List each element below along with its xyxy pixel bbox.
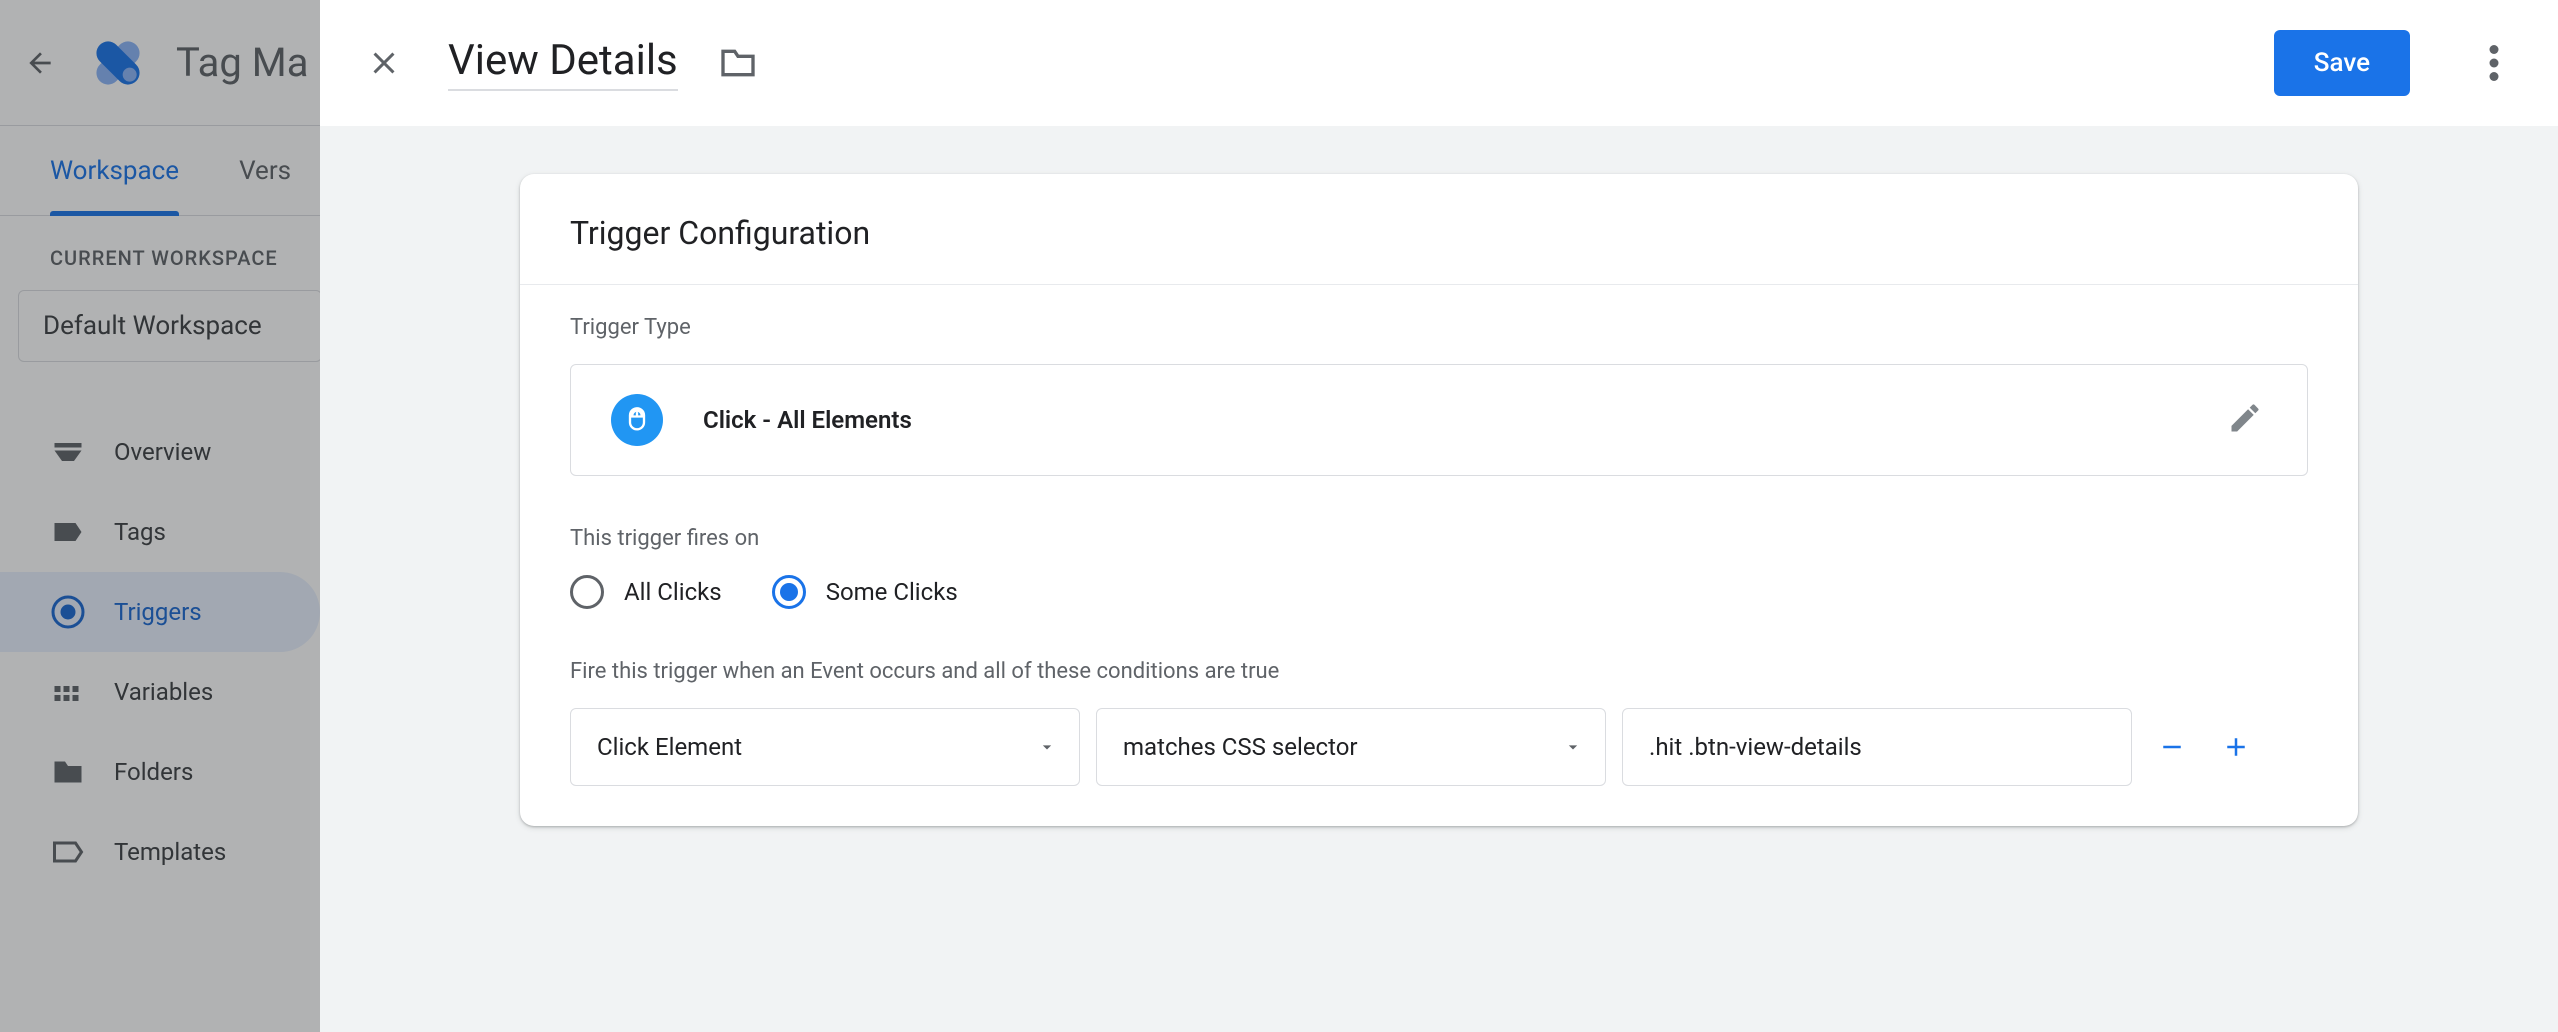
pencil-icon (2227, 400, 2263, 436)
panel-header: View Details Save (320, 0, 2558, 126)
trigger-type-value: Click - All Elements (703, 406, 912, 434)
minus-icon (2157, 732, 2187, 762)
radio-some-clicks[interactable]: Some Clicks (772, 575, 958, 609)
panel-title[interactable]: View Details (448, 36, 678, 91)
condition-operator-value: matches CSS selector (1123, 733, 1358, 761)
chevron-down-icon (1563, 737, 1583, 757)
close-button[interactable] (360, 39, 408, 87)
radio-checked-icon (772, 575, 806, 609)
add-condition-button[interactable] (2212, 723, 2260, 771)
trigger-type-box[interactable]: Click - All Elements (570, 364, 2308, 476)
card-title: Trigger Configuration (520, 174, 2358, 285)
chevron-down-icon (1037, 737, 1057, 757)
radio-label: All Clicks (624, 578, 722, 606)
trigger-config-card: Trigger Configuration Trigger Type Click… (520, 174, 2358, 826)
more-button[interactable] (2470, 39, 2518, 87)
condition-variable-select[interactable]: Click Element (570, 708, 1080, 786)
close-icon (366, 45, 402, 81)
conditions-section: Fire this trigger when an Event occurs a… (520, 649, 2358, 826)
radio-all-clicks[interactable]: All Clicks (570, 575, 722, 609)
radio-label: Some Clicks (826, 578, 958, 606)
condition-value-input[interactable] (1622, 708, 2132, 786)
fires-on-label: This trigger fires on (570, 526, 2308, 551)
fires-on-section: This trigger fires on All Clicks Some Cl… (520, 516, 2358, 649)
save-button[interactable]: Save (2274, 30, 2410, 96)
trigger-panel: View Details Save Trigger Configuration … (320, 0, 2558, 1032)
condition-operator-select[interactable]: matches CSS selector (1096, 708, 1606, 786)
condition-row: Click Element matches CSS selector (570, 708, 2308, 786)
click-trigger-icon (611, 394, 663, 446)
edit-trigger-type-button[interactable] (2227, 400, 2267, 440)
folder-icon[interactable] (718, 43, 758, 83)
trigger-type-section: Trigger Type Click - All Elements (520, 285, 2358, 516)
trigger-type-label: Trigger Type (570, 315, 2308, 340)
remove-condition-button[interactable] (2148, 723, 2196, 771)
plus-icon (2221, 732, 2251, 762)
panel-body: Trigger Configuration Trigger Type Click… (320, 126, 2558, 1032)
condition-variable-value: Click Element (597, 733, 742, 761)
fires-on-radio-group: All Clicks Some Clicks (570, 575, 2308, 609)
more-vert-icon (2489, 45, 2499, 81)
condition-label: Fire this trigger when an Event occurs a… (570, 659, 2308, 684)
radio-unchecked-icon (570, 575, 604, 609)
